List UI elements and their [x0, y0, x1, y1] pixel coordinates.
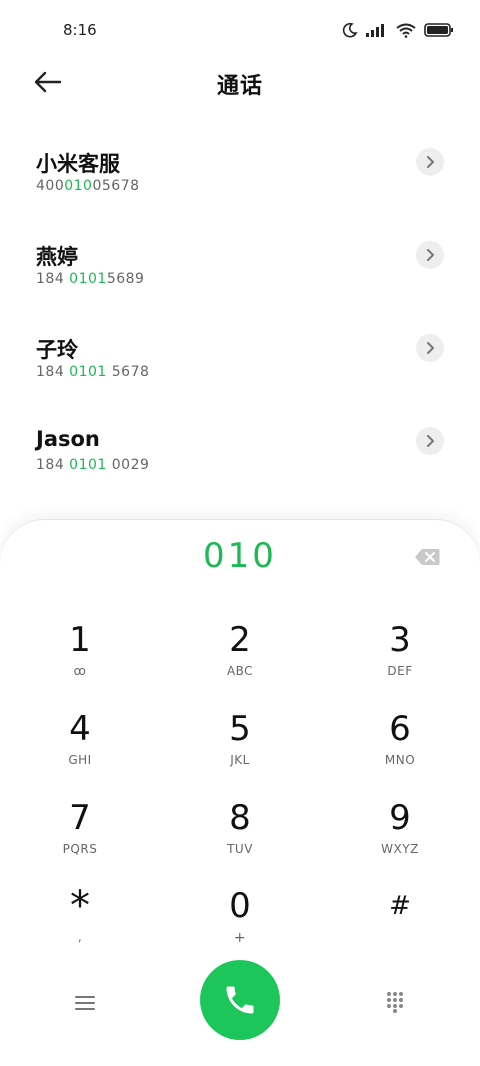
call-button[interactable] — [200, 960, 280, 1040]
menu-icon — [75, 996, 95, 1010]
number-prefix: 184 — [36, 271, 70, 287]
key-digit: 1 — [69, 620, 91, 660]
voicemail-icon: ꝏ — [73, 664, 87, 678]
key-4[interactable]: 4 GHI — [20, 709, 140, 789]
number-prefix: 184 — [36, 457, 70, 473]
contact-number: 184 0101 0029 — [36, 457, 149, 473]
key-9[interactable]: 9 WXYZ — [340, 798, 460, 878]
key-letters: DEF — [387, 664, 413, 678]
status-bar: 8:16 — [0, 0, 480, 60]
key-letters: + — [233, 930, 247, 946]
key-digit: 2 — [229, 620, 251, 660]
battery-icon — [424, 23, 453, 37]
number-suffix: 0029 — [106, 457, 150, 473]
contact-number: 184 0101 5678 — [36, 364, 149, 380]
key-digit: 8 — [229, 798, 251, 838]
moon-icon — [342, 22, 358, 38]
key-letters: JKL — [230, 753, 250, 767]
key-1[interactable]: 1 ꝏ — [20, 620, 140, 700]
number-suffix: 5678 — [106, 364, 150, 380]
contact-results: 小米客服 40001005678 燕婷 184 01015689 子玲 184 … — [0, 140, 480, 512]
contact-result[interactable]: 子玲 184 0101 5678 — [0, 326, 480, 419]
key-digit: # — [389, 891, 411, 921]
key-digit: 3 — [389, 620, 411, 660]
dialed-number[interactable]: 010 — [0, 536, 480, 576]
signal-icon — [366, 24, 384, 37]
number-match: 0101 — [69, 457, 107, 473]
key-6[interactable]: 6 MNO — [340, 709, 460, 789]
dialer-actions — [0, 960, 480, 1050]
key-star[interactable]: * , — [20, 886, 140, 966]
status-time: 8:16 — [63, 21, 97, 39]
chevron-right-icon — [427, 342, 434, 354]
key-digit: * — [70, 883, 90, 929]
key-3[interactable]: 3 DEF — [340, 620, 460, 700]
details-button[interactable] — [416, 148, 444, 176]
key-letters: TUV — [227, 842, 253, 856]
key-2[interactable]: 2 ABC — [180, 620, 300, 700]
contact-name: Jason — [36, 427, 100, 451]
contact-name: 燕婷 — [36, 245, 78, 269]
key-5[interactable]: 5 JKL — [180, 709, 300, 789]
menu-button[interactable] — [70, 988, 100, 1018]
details-button[interactable] — [416, 334, 444, 362]
chevron-right-icon — [427, 435, 434, 447]
key-0[interactable]: 0 + — [180, 886, 300, 966]
phone-icon — [226, 986, 254, 1014]
key-digit: 5 — [229, 709, 251, 749]
contact-result[interactable]: Jason 184 0101 0029 — [0, 419, 480, 512]
status-icons — [342, 22, 454, 38]
key-digit: 0 — [229, 886, 251, 926]
key-letters: , — [77, 930, 83, 944]
key-hash[interactable]: # — [340, 886, 460, 966]
key-letters: PQRS — [62, 842, 98, 856]
key-digit: 7 — [69, 798, 91, 838]
key-7[interactable]: 7 PQRS — [20, 798, 140, 878]
key-letters: GHI — [68, 753, 92, 767]
key-letters: MNO — [384, 753, 416, 767]
wifi-icon — [396, 23, 416, 38]
number-prefix: 184 — [36, 364, 70, 380]
chevron-right-icon — [427, 156, 434, 168]
dialpad-toggle-button[interactable] — [380, 986, 410, 1018]
number-match: 0101 — [69, 271, 107, 287]
contact-name: 子玲 — [36, 338, 78, 362]
dialer-panel: 010 1 ꝏ 2 ABC 3 DEF 4 GHI 5 JKL 6 MNO 7 … — [0, 520, 480, 1066]
contact-number: 40001005678 — [36, 178, 140, 194]
number-suffix: 5689 — [106, 271, 145, 287]
page-title: 通话 — [216, 74, 263, 99]
details-button[interactable] — [416, 241, 444, 269]
key-digit: 6 — [389, 709, 411, 749]
details-button[interactable] — [416, 427, 444, 455]
number-match: 010 — [64, 178, 93, 194]
number-match: 0101 — [69, 364, 107, 380]
number-prefix: 400 — [36, 178, 65, 194]
contact-name: 小米客服 — [36, 152, 120, 176]
dialpad-icon — [387, 992, 403, 1013]
backspace-button[interactable] — [414, 548, 440, 566]
chevron-right-icon — [427, 249, 434, 261]
key-digit: 4 — [69, 709, 91, 749]
key-digit: 9 — [389, 798, 411, 838]
contact-result[interactable]: 小米客服 40001005678 — [0, 140, 480, 233]
key-letters: ABC — [226, 664, 254, 678]
header: 通话 — [0, 56, 480, 108]
number-suffix: 05678 — [92, 178, 140, 194]
contact-result[interactable]: 燕婷 184 01015689 — [0, 233, 480, 326]
contact-number: 184 01015689 — [36, 271, 144, 287]
key-letters: WXYZ — [381, 842, 419, 856]
key-8[interactable]: 8 TUV — [180, 798, 300, 878]
backspace-icon — [415, 549, 440, 565]
